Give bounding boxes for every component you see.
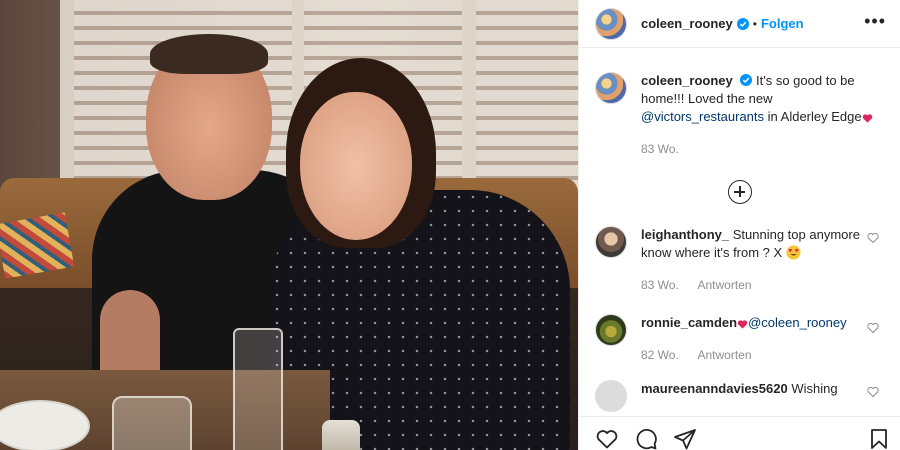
caption-timestamp[interactable]: 83 Wo.: [641, 142, 679, 156]
comment-item: maureenanndavies5620 Wishing: [579, 380, 900, 412]
photo-man-hair: [150, 34, 268, 74]
reply-button[interactable]: Antworten: [697, 278, 751, 292]
comment-meta: 83 Wo. Antworten: [641, 276, 871, 294]
commenter-avatar[interactable]: [595, 314, 627, 346]
photo-plate: [0, 400, 90, 450]
author-username[interactable]: coleen_rooney: [641, 16, 733, 31]
verified-badge-icon: [740, 74, 753, 86]
comment-meta: 82 Wo. Antworten: [641, 346, 871, 364]
heart-eyes-emoji-icon: [786, 245, 801, 260]
author-avatar[interactable]: [595, 72, 627, 104]
red-heart-icon: [737, 320, 748, 329]
comment-item: ronnie_camden @coleen_rooney 82 Wo. Antwo…: [579, 314, 900, 364]
reply-button[interactable]: Antworten: [697, 348, 751, 362]
heart-icon[interactable]: [595, 427, 619, 450]
red-heart-icon: [862, 114, 872, 123]
photo-window-frame: [60, 0, 74, 200]
post-header: coleen_rooney • Folgen •••: [579, 0, 900, 48]
comment-body: ronnie_camden @coleen_rooney 82 Wo. Antwo…: [641, 314, 871, 364]
comment-body: maureenanndavies5620 Wishing: [641, 380, 871, 412]
photo-bottle: [322, 420, 360, 450]
caption-username[interactable]: coleen_rooney: [641, 73, 733, 88]
comment-username[interactable]: leighanthony_: [641, 227, 729, 242]
header-separator: •: [752, 16, 757, 31]
caption-meta: 83 Wo.: [641, 140, 881, 158]
post-sidebar: coleen_rooney • Folgen ••• coleen_rooney…: [578, 0, 900, 450]
comment-item: leighanthony_ Stunning top anymore know …: [579, 226, 900, 294]
comment-icon[interactable]: [634, 427, 658, 450]
comment-text: Wishing: [791, 381, 838, 396]
post-photo[interactable]: [0, 0, 578, 450]
caption-mention-link[interactable]: @victors_restaurants: [641, 109, 764, 124]
photo-champagne-flute: [233, 328, 283, 450]
comment-body: leighanthony_ Stunning top anymore know …: [641, 226, 871, 294]
comment-username[interactable]: ronnie_camden: [641, 315, 737, 330]
comment-timestamp[interactable]: 83 Wo.: [641, 278, 679, 292]
verified-badge-icon: [736, 17, 749, 30]
like-comment-heart-icon[interactable]: [867, 232, 879, 244]
post-actions-bar: [579, 416, 900, 450]
bookmark-icon[interactable]: [867, 427, 891, 450]
comment-username[interactable]: maureenanndavies5620: [641, 381, 788, 396]
plus-circle-icon[interactable]: [728, 180, 752, 204]
photo-glass: [112, 396, 192, 450]
like-comment-heart-icon[interactable]: [867, 322, 879, 334]
comment-mention-link[interactable]: @coleen_rooney: [748, 315, 846, 330]
caption-body: coleen_rooney It's so good to be home!!!…: [641, 72, 881, 158]
commenter-avatar[interactable]: [595, 380, 627, 412]
commenter-avatar[interactable]: [595, 226, 627, 258]
follow-button[interactable]: Folgen: [761, 16, 804, 31]
author-avatar[interactable]: [595, 7, 627, 40]
load-more-comments: [579, 180, 900, 204]
caption-text: in Alderley Edge: [764, 109, 862, 124]
comment-timestamp[interactable]: 82 Wo.: [641, 348, 679, 362]
share-icon[interactable]: [673, 427, 697, 450]
more-options-icon[interactable]: •••: [864, 12, 886, 30]
like-comment-heart-icon[interactable]: [867, 386, 879, 398]
post-caption: coleen_rooney It's so good to be home!!!…: [579, 48, 900, 158]
photo-woman-face: [300, 92, 412, 240]
comments-list[interactable]: coleen_rooney It's so good to be home!!!…: [579, 48, 900, 416]
